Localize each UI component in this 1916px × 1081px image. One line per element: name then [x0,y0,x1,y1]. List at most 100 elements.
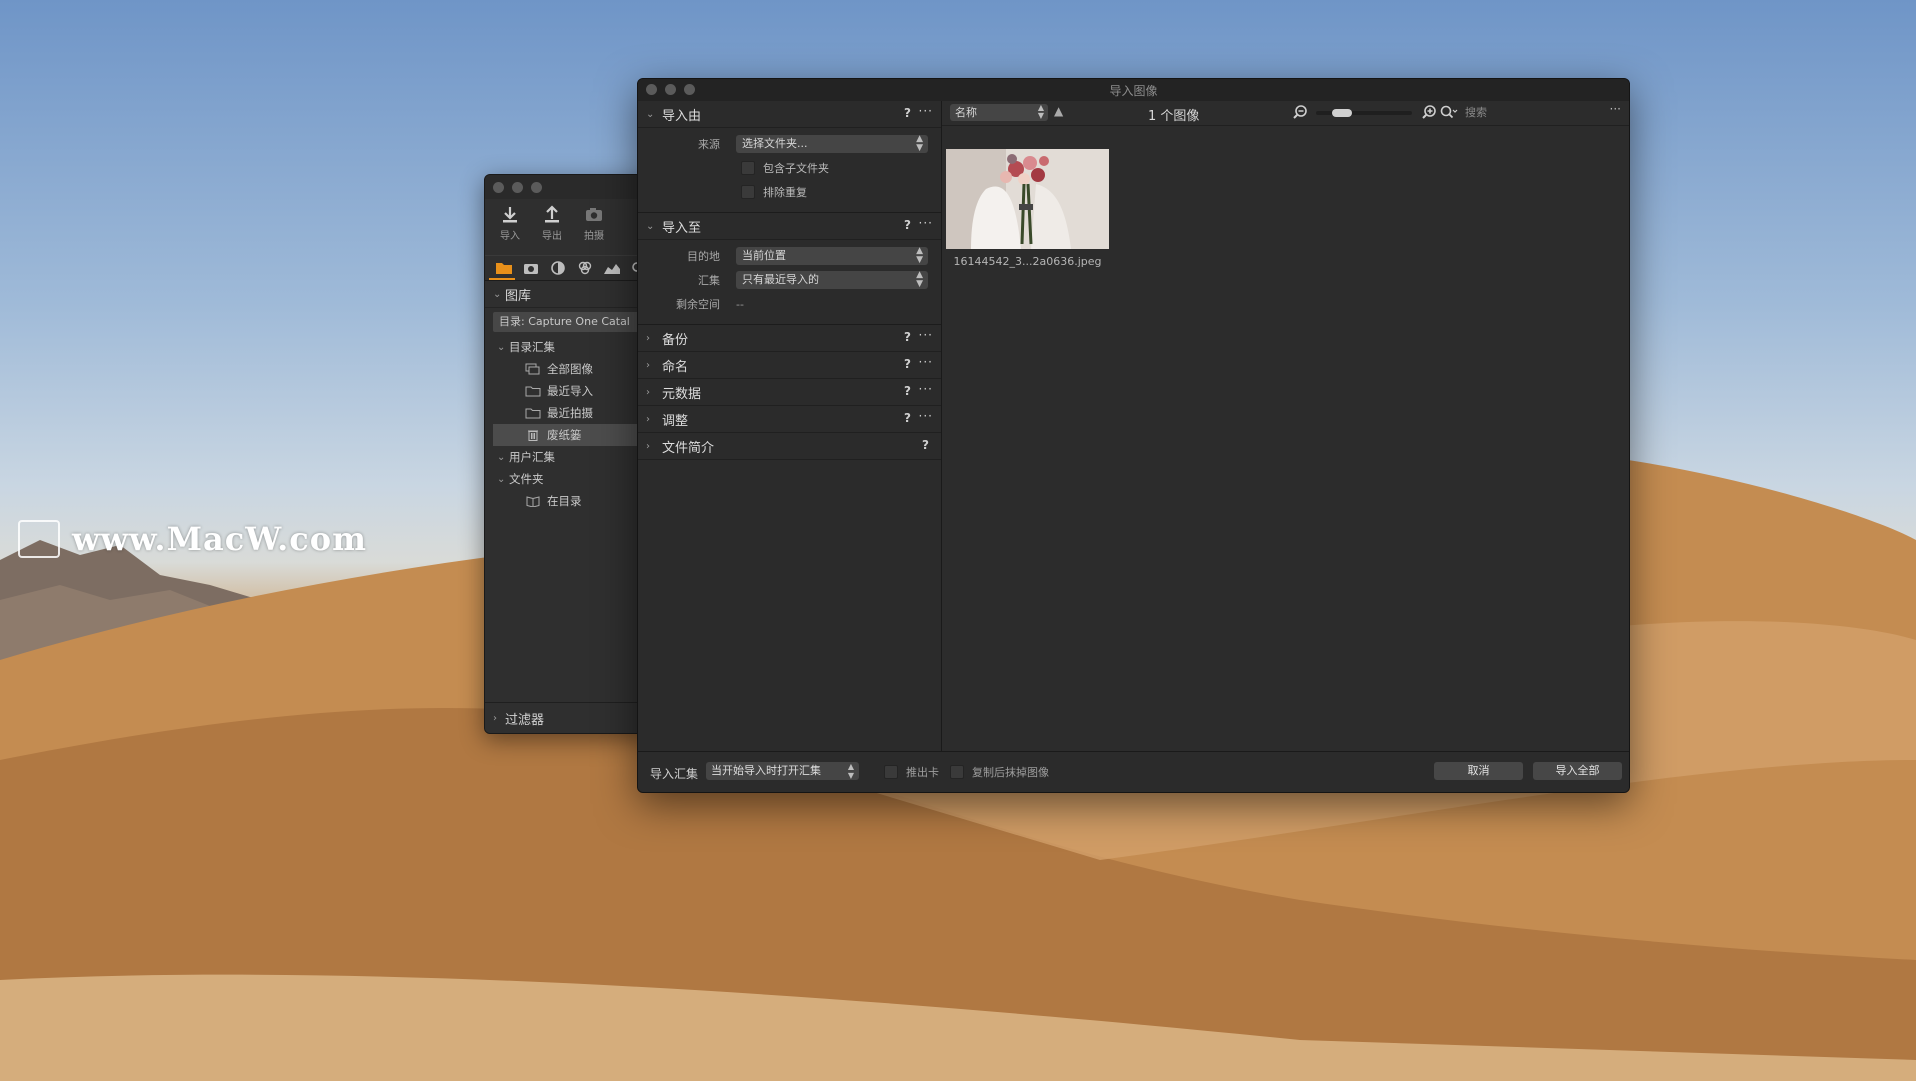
exclude-duplicates-row[interactable]: 排除重复 [638,180,941,204]
import-button[interactable]: 导入 [495,205,525,255]
exclude-duplicates-checkbox[interactable] [741,185,755,199]
sort-select[interactable]: 名称 ▲ ▼ [950,104,1048,121]
chevron-right-icon: › [646,386,650,398]
more-options-icon[interactable]: ··· [919,382,933,396]
zoom-in-icon[interactable] [1421,104,1437,120]
import-settings-panel: ⌄ 导入由 ? ··· 来源 选择文件夹... ▲ ▼ 包含子文件夹 排除重复 ⌄ … [638,101,942,752]
folders-group[interactable]: ⌄ 文件夹 [485,468,655,490]
folder-icon [525,408,541,419]
section-import-to[interactable]: ⌄ 导入至 ? ··· [638,213,941,240]
source-select[interactable]: 选择文件夹... ▲ ▼ [736,135,928,153]
thumbnail-size-slider[interactable] [1316,109,1412,117]
chevron-right-icon: › [646,359,650,371]
chevron-down-icon: ⌄ [497,451,506,463]
updown-icon: ▲ ▼ [916,134,923,153]
include-subfolders-row[interactable]: 包含子文件夹 [638,156,941,180]
help-icon[interactable]: ? [904,411,911,425]
folder-tab-icon[interactable] [495,261,513,275]
chevron-down-icon: ⌄ [646,220,655,232]
import-titlebar: 导入图像 [638,79,1629,102]
destination-row: 目的地 当前位置 ▲ ▼ [638,244,941,268]
image-thumbnail[interactable] [946,149,1109,249]
more-options-icon[interactable]: ··· [919,355,933,369]
exposure-tab-icon[interactable] [603,261,621,275]
camera-tab-icon[interactable] [522,261,540,275]
collection-recent-captures[interactable]: 最近拍摄 [485,402,655,424]
section-metadata[interactable]: › 元数据 ? ··· [638,379,941,406]
zoom-button[interactable] [531,182,542,193]
cancel-button[interactable]: 取消 [1434,762,1523,780]
export-button[interactable]: 导出 [537,205,567,255]
search-icon[interactable] [1440,104,1458,120]
library-window: 导入 导出 拍摄 ⌄ 图库 目录: Capture One Catal ⌄ 目录… [484,174,656,734]
minimize-button[interactable] [512,182,523,193]
chevron-right-icon: › [646,413,650,425]
help-icon[interactable]: ? [904,357,911,371]
search-input[interactable]: 搜索 [1461,104,1585,121]
naming-title: 命名 [662,359,689,375]
export-label: 导出 [542,231,562,242]
more-options-icon[interactable]: ··· [919,328,933,342]
library-section-title: 图库 [505,288,532,304]
help-icon[interactable]: ? [904,384,911,398]
folder-in-catalog[interactable]: 在目录 [485,490,655,512]
erase-after-copy-option[interactable]: 复制后抹掉图像 [950,764,1049,780]
bouquet-photo [946,149,1109,249]
backup-title: 备份 [662,332,689,348]
import-all-button[interactable]: 导入全部 [1533,762,1622,780]
section-import-from[interactable]: ⌄ 导入由 ? ··· [638,101,941,128]
import-footer: 导入汇集 当开始导入时打开汇集 ▲ ▼ 推出卡 复制后抹掉图像 取消 导入全部 [638,751,1629,792]
more-options-icon[interactable]: ··· [1610,102,1621,116]
collection-all-images[interactable]: 全部图像 [485,358,655,380]
image-browser: 名称 ▲ ▼ ▲ 1 个图像 搜索 ··· 16144542_3...2a063… [942,101,1629,752]
include-subfolders-label: 包含子文件夹 [763,162,829,175]
updown-icon: ▲ ▼ [916,270,923,289]
eject-card-checkbox[interactable] [884,765,898,779]
help-icon[interactable]: ? [904,218,911,232]
free-space-value: -- [736,297,744,311]
erase-after-copy-checkbox[interactable] [950,765,964,779]
help-icon[interactable]: ? [904,330,911,344]
library-toolbar: 导入 导出 拍摄 [485,199,655,255]
section-backup[interactable]: › 备份 ? ··· [638,325,941,352]
filters-section[interactable]: › 过滤器 [485,702,655,733]
catalog-collections-group[interactable]: ⌄ 目录汇集 [485,336,655,358]
adjust-tab-icon[interactable] [576,261,594,275]
include-subfolders-checkbox[interactable] [741,161,755,175]
user-collections-group[interactable]: ⌄ 用户汇集 [485,446,655,468]
catalog-selector[interactable]: 目录: Capture One Catal [493,312,649,332]
library-section-header[interactable]: ⌄ 图库 [485,281,655,308]
collection-trash[interactable]: 废纸篓 [493,424,655,446]
more-options-icon[interactable]: ··· [919,104,933,118]
sort-ascending-icon[interactable]: ▲ [1054,104,1063,118]
help-icon[interactable]: ? [904,106,911,120]
tool-tabs [485,255,655,281]
user-collections-label: 用户汇集 [509,450,555,464]
more-options-icon[interactable]: ··· [919,409,933,423]
collection-select[interactable]: 只有最近导入的 ▲ ▼ [736,271,928,289]
import-window: 导入图像 ⌄ 导入由 ? ··· 来源 选择文件夹... ▲ ▼ 包含子文件夹 排除… [637,78,1630,793]
import-collection-select[interactable]: 当开始导入时打开汇集 ▲ ▼ [706,762,859,780]
help-icon[interactable]: ? [922,438,929,452]
section-naming[interactable]: › 命名 ? ··· [638,352,941,379]
collection-recent-imports[interactable]: 最近导入 [485,380,655,402]
more-options-icon[interactable]: ··· [919,216,933,230]
section-adjust[interactable]: › 调整 ? ··· [638,406,941,433]
capture-button[interactable]: 拍摄 [579,205,609,255]
camera-icon [586,208,602,221]
import-from-body: 来源 选择文件夹... ▲ ▼ 包含子文件夹 排除重复 [638,128,941,213]
close-button[interactable] [493,182,504,193]
import-from-title: 导入由 [662,108,702,124]
destination-select[interactable]: 当前位置 ▲ ▼ [736,247,928,265]
eject-card-option[interactable]: 推出卡 [884,764,939,780]
section-file-info[interactable]: › 文件简介 ? [638,433,941,460]
chevron-right-icon: › [493,712,497,724]
color-tab-icon[interactable] [549,261,567,275]
slider-knob[interactable] [1332,109,1352,117]
zoom-out-icon[interactable] [1292,104,1308,120]
stack-icon [525,363,540,375]
watermark-logo-icon [18,520,60,558]
updown-icon: ▲ ▼ [916,246,923,265]
export-icon [545,205,559,223]
eject-card-label: 推出卡 [906,766,939,779]
